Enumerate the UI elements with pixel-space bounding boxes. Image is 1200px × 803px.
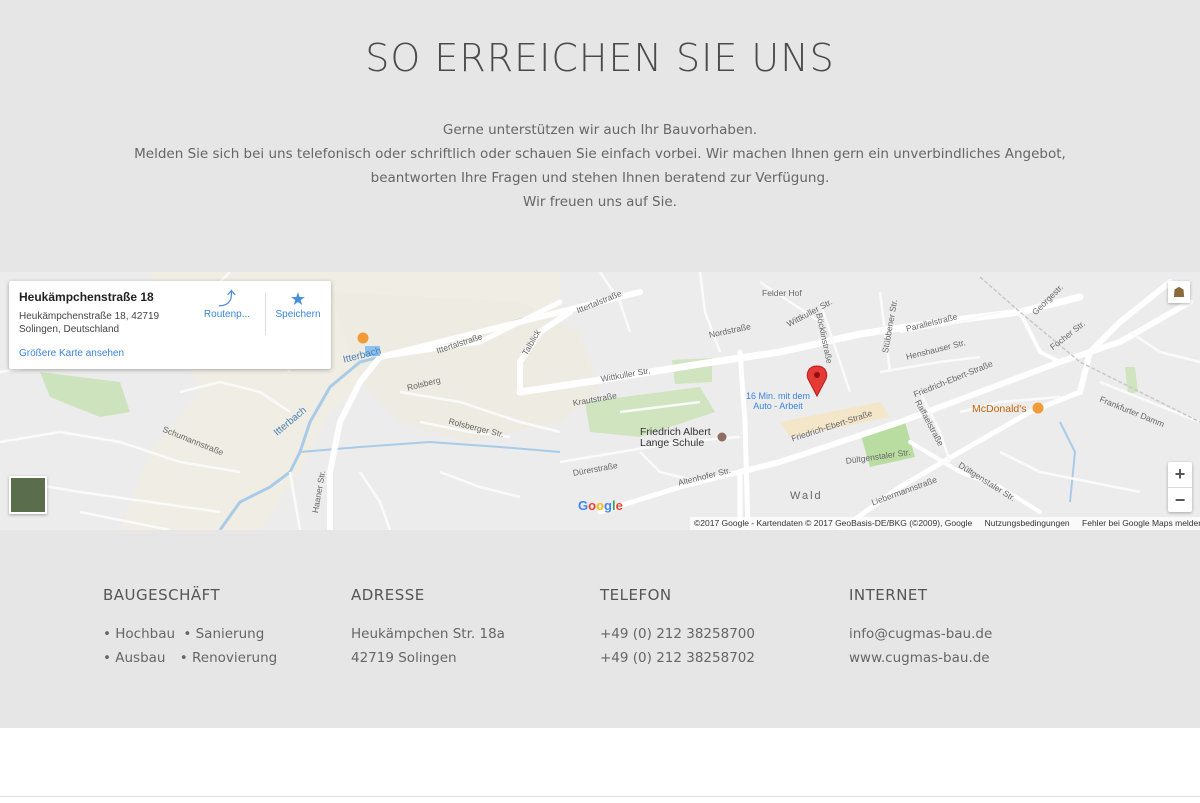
google-map[interactable]: Ittertalstraße Ittertalstraße Wittkuller… (0, 272, 1200, 530)
save-label: Speichern (275, 309, 321, 320)
business-title: BAUGESCHÄFT (103, 586, 221, 604)
city-address: 42719 Solingen (351, 650, 457, 666)
pin-travel-label: 16 Min. mit dem Auto - Arbeit (745, 391, 811, 411)
address-title: Heukämpchenstraße 18 (19, 290, 154, 304)
directions-label: Routenp... (203, 309, 251, 320)
address-line: Heukämpchenstraße 18, 42719 (19, 311, 160, 322)
phone-number[interactable]: +49 (0) 212 38258700 (600, 622, 755, 646)
map-attribution: ©2017 Google - Kartendaten © 2017 GeoBas… (690, 517, 1200, 530)
larger-map-link[interactable]: Größere Karte ansehen (19, 348, 124, 359)
phone-column: TELEFON +49 (0) 212 38258700 +49 (0) 212… (600, 586, 755, 670)
fax-number[interactable]: +49 (0) 212 38258702 (600, 646, 755, 670)
service-item: • Sanierung (183, 626, 265, 642)
place-label[interactable]: Friedrich Albert Lange Schule (640, 427, 730, 449)
street-label: Felder Hof (762, 288, 802, 298)
internet-heading: INTERNET (849, 586, 928, 604)
address-full: Heukämpchenstraße 18, 42719 Solingen, De… (19, 310, 179, 336)
website-link[interactable]: www.cugmas-bau.de (849, 646, 992, 670)
street-address: Heukämpchen Str. 18a (351, 626, 505, 642)
intro-line: beantworten Ihre Fragen und stehen Ihnen… (370, 170, 830, 186)
place-label[interactable]: McDonald's (972, 403, 1027, 415)
map-info-card: Heukämpchenstraße 18 Heukämpchenstraße 1… (9, 281, 331, 369)
service-item: • Renovierung (179, 650, 278, 666)
phone-heading: TELEFON (600, 586, 672, 604)
terms-link[interactable]: Nutzungsbedingungen (985, 518, 1070, 528)
pegman-icon[interactable]: ☗ (1168, 281, 1190, 303)
place-label: Wald (790, 490, 823, 502)
page-title: SO ERREICHEN SIE UNS (365, 36, 835, 80)
intro-line: Melden Sie sich bei uns telefonisch oder… (134, 146, 1066, 162)
service-item: • Ausbau (103, 650, 166, 666)
satellite-toggle[interactable] (9, 476, 47, 514)
address-heading: ADRESSE (351, 586, 425, 604)
restaurant-icon (357, 332, 369, 344)
save-button[interactable]: ★ Speichern (268, 289, 328, 320)
internet-column: INTERNET info@cugmas-bau.de www.cugmas-b… (849, 586, 992, 670)
card-divider (265, 293, 266, 335)
restaurant-icon (1032, 402, 1044, 414)
google-logo: Google (578, 498, 623, 513)
zoom-in-button[interactable]: + (1168, 462, 1192, 488)
attribution-text: ©2017 Google - Kartendaten © 2017 GeoBas… (694, 518, 973, 528)
services-row: • Ausbau • Renovierung (103, 646, 281, 670)
star-icon: ★ (289, 289, 307, 309)
address-line: Solingen, Deutschland (19, 324, 120, 335)
directions-button[interactable]: ⤴ Routenp... (197, 289, 257, 320)
service-item: • Hochbau (103, 626, 176, 642)
services-row: • Hochbau • Sanierung (103, 622, 281, 646)
intro-line: Gerne unterstützen wir auch Ihr Bauvorha… (442, 122, 758, 138)
zoom-out-button[interactable]: − (1168, 488, 1192, 513)
intro-text: Gerne unterstützen wir auch Ihr Bauvorha… (0, 118, 1200, 214)
contact-header-section: SO ERREICHEN SIE UNS Gerne unterstützen … (0, 0, 1200, 272)
address-column: ADRESSE Heukämpchen Str. 18a 42719 Solin… (351, 586, 505, 670)
report-link[interactable]: Fehler bei Google Maps melden (1082, 518, 1200, 528)
directions-icon: ⤴ (218, 289, 236, 309)
zoom-control: + − (1168, 462, 1192, 512)
page-bottom-divider (0, 796, 1200, 797)
email-link[interactable]: info@cugmas-bau.de (849, 622, 992, 646)
contact-footer: BAUGESCHÄFT • Hochbau • Sanierung • Ausb… (0, 530, 1200, 728)
intro-line: Wir freuen uns auf Sie. (523, 194, 677, 210)
business-column: BAUGESCHÄFT • Hochbau • Sanierung • Ausb… (103, 586, 281, 670)
